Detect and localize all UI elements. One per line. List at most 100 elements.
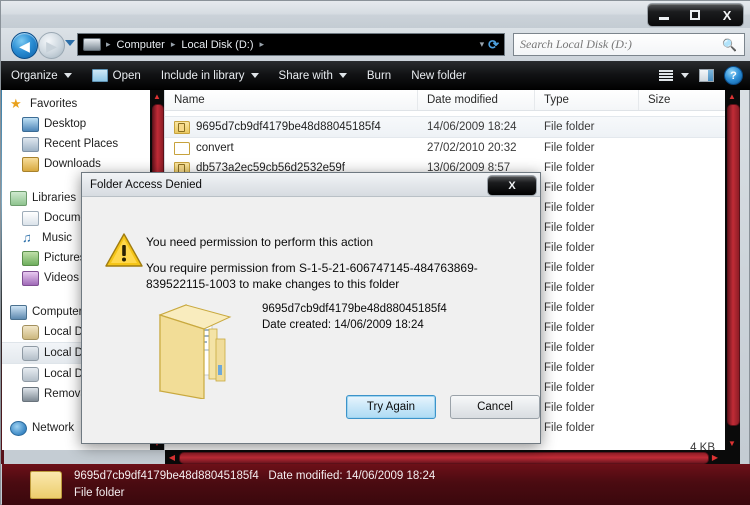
maximize-button[interactable]: [682, 6, 708, 24]
address-row: ◀ ▶ ▸ Computer ▸ Local Disk (D:) ▸ ▾ ⟳ 🔍: [1, 28, 750, 61]
file-size-cell: 4 KB: [690, 442, 715, 450]
open-folder-icon: [91, 69, 108, 82]
file-type-cell: File folder: [544, 342, 595, 354]
column-header-name[interactable]: Name: [165, 90, 418, 110]
try-again-button[interactable]: Try Again: [346, 395, 436, 419]
status-bar: 9695d7cb9df4179be48d88045185f4 Date modi…: [2, 464, 750, 505]
sidebar-group-favorites[interactable]: ★ Favorites: [2, 94, 150, 114]
status-file-name: 9695d7cb9df4179be48d88045185f4: [74, 469, 259, 482]
sidebar-item-desktop[interactable]: Desktop: [2, 114, 150, 134]
warning-icon: [105, 233, 143, 267]
file-type-cell: File folder: [544, 242, 595, 254]
minimize-button[interactable]: [651, 6, 677, 24]
forward-button[interactable]: ▶: [38, 32, 65, 59]
recent-places-icon: [22, 136, 39, 152]
sidebar-item-label: Desktop: [44, 118, 87, 130]
cancel-button[interactable]: Cancel: [450, 395, 540, 419]
sidebar-item-downloads[interactable]: Downloads: [2, 154, 150, 174]
preview-pane-icon[interactable]: [699, 69, 714, 82]
sidebar-group-label: Libraries: [32, 192, 77, 204]
dialog-message-secondary: You require permission from S-1-5-21-606…: [146, 261, 478, 291]
dialog-message-primary: You need permission to perform this acti…: [146, 235, 374, 249]
breadcrumb-local-disk-d[interactable]: Local Disk (D:): [177, 38, 257, 52]
open-label: Open: [112, 69, 141, 82]
search-input[interactable]: [514, 36, 723, 53]
downloads-icon: [22, 156, 39, 172]
breadcrumb-separator-1[interactable]: ▸: [169, 39, 178, 50]
local-disk-e-icon: [22, 366, 39, 382]
include-in-library-label: Include in library: [160, 69, 245, 82]
breadcrumb-separator-0: ▸: [106, 39, 111, 49]
sidebar-group-label: Network: [32, 422, 75, 434]
scroll-up-icon[interactable]: ▲: [150, 90, 164, 103]
refresh-icon[interactable]: ⟳: [488, 37, 504, 53]
folder-stack-icon: [158, 304, 232, 399]
view-chevron-down-icon[interactable]: [681, 73, 689, 78]
include-in-library-button[interactable]: Include in library: [151, 61, 269, 90]
file-type-cell: File folder: [544, 302, 595, 314]
window-titlebar: X: [1, 1, 750, 28]
dialog-folder-name: 9695d7cb9df4179be48d88045185f4: [262, 303, 447, 315]
file-date-cell: 14/06/2009 18:24: [427, 121, 517, 133]
recent-pages-dropdown[interactable]: [65, 40, 75, 46]
file-list-horizontal-scrollbar[interactable]: ◀ ▶: [165, 450, 740, 464]
sidebar-item-recent-places[interactable]: Recent Places: [2, 134, 150, 154]
file-type-cell: File folder: [544, 362, 595, 374]
table-row[interactable]: 9695d7cb9df4179be48d88045185f4 14/06/200…: [165, 116, 725, 138]
folder-access-denied-dialog: Folder Access Denied X You need permissi…: [81, 172, 541, 444]
scroll-down-icon[interactable]: ▼: [725, 437, 739, 450]
sidebar-group-label: Computer: [32, 306, 83, 318]
explorer-window: X ◀ ▶ ▸ Computer ▸ Local Disk (D:) ▸ ▾ ⟳…: [0, 0, 750, 505]
scroll-up-icon[interactable]: ▲: [725, 90, 739, 103]
back-arrow-icon: ◀: [19, 37, 30, 54]
file-name-cell: convert: [165, 141, 418, 155]
table-row[interactable]: convert 27/02/2010 20:32 File folder: [165, 138, 725, 158]
column-header-size[interactable]: Size: [639, 90, 725, 110]
desktop-icon: [22, 116, 39, 132]
column-header-date-modified[interactable]: Date modified: [418, 90, 535, 110]
file-type-cell: File folder: [544, 182, 595, 194]
dialog-title: Folder Access Denied: [90, 178, 202, 191]
sidebar-item-label: Music: [42, 232, 73, 244]
scroll-left-icon[interactable]: ◀: [165, 450, 179, 464]
burn-button[interactable]: Burn: [357, 61, 401, 90]
dialog-close-button[interactable]: X: [487, 175, 537, 196]
dialog-folder-date: Date created: 14/06/2009 18:24: [262, 319, 424, 331]
sidebar-group-label: Favorites: [30, 98, 78, 110]
file-list-vertical-scrollbar[interactable]: ▲ ▼: [725, 90, 740, 450]
breadcrumb-separator-2[interactable]: ▸: [257, 39, 266, 50]
share-with-label: Share with: [278, 69, 333, 82]
search-box[interactable]: 🔍: [513, 33, 745, 56]
list-view-icon[interactable]: [659, 69, 673, 82]
address-dropdown-icon[interactable]: ▾: [480, 39, 489, 50]
address-bar[interactable]: ▸ Computer ▸ Local Disk (D:) ▸ ▾ ⟳: [77, 33, 505, 56]
libraries-icon: [10, 190, 27, 206]
column-header-row: Name Date modified Type Size: [165, 90, 725, 111]
search-icon[interactable]: 🔍: [722, 38, 744, 52]
organize-button[interactable]: Organize: [1, 61, 82, 90]
file-type-cell: File folder: [544, 222, 595, 234]
window-controls: X: [647, 3, 744, 27]
file-name-label: convert: [196, 142, 234, 154]
chevron-down-icon: [338, 73, 347, 78]
breadcrumb-computer[interactable]: Computer: [113, 38, 169, 52]
sidebar-item-label: Videos: [44, 272, 79, 284]
file-type-cell: File folder: [544, 402, 595, 414]
file-type-cell: File folder: [544, 282, 595, 294]
new-folder-label: New folder: [411, 69, 467, 82]
drive-icon: [83, 38, 101, 51]
folder-icon: [174, 141, 190, 155]
share-with-button[interactable]: Share with: [269, 61, 357, 90]
sidebar-item-label: Downloads: [44, 158, 101, 170]
column-header-type[interactable]: Type: [535, 90, 639, 110]
new-folder-button[interactable]: New folder: [401, 61, 476, 90]
open-button[interactable]: Open: [82, 61, 151, 90]
close-button[interactable]: X: [714, 6, 740, 24]
file-date-cell: 27/02/2010 20:32: [427, 142, 517, 154]
back-button[interactable]: ◀: [11, 32, 38, 59]
help-icon[interactable]: ?: [724, 66, 743, 85]
file-list-hscroll-thumb[interactable]: [179, 452, 709, 464]
removable-disk-icon: [22, 386, 39, 402]
scroll-right-icon[interactable]: ▶: [708, 450, 722, 464]
file-list-scroll-thumb[interactable]: [727, 104, 740, 426]
